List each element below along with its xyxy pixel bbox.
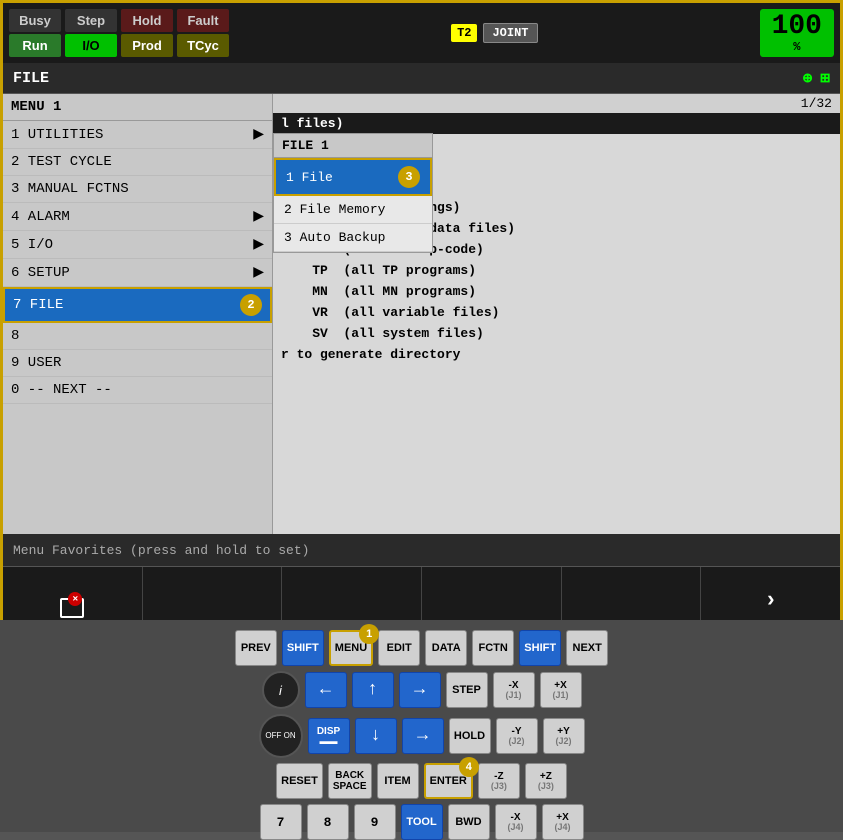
menu-header: MENU 1: [3, 94, 272, 121]
keyboard-row-2: i ← ↑ → STEP -X(J1) +X(J1): [32, 671, 812, 709]
prod-button[interactable]: Prod: [121, 34, 173, 57]
arrow-right-2-button[interactable]: →: [402, 718, 444, 754]
x-neg-j4-button[interactable]: -X(J4): [495, 804, 537, 840]
y-neg-j2-button[interactable]: -Y(J2): [496, 718, 538, 754]
file-bar-title: FILE: [13, 70, 49, 87]
edit-button[interactable]: EDIT: [378, 630, 420, 666]
keyboard-area: PREV SHIFT MENU 1 EDIT DATA FCTN SHIFT N…: [0, 620, 843, 832]
file-bar-icons: ⊕ ⊞: [803, 68, 830, 88]
file-bar: FILE ⊕ ⊞: [3, 63, 840, 94]
menu-button[interactable]: MENU 1: [329, 630, 373, 666]
submenu: FILE 1 1 File 3 2 File Memory 3 Auto Bac…: [273, 133, 433, 253]
info-button[interactable]: i: [262, 671, 300, 709]
num-7-button[interactable]: 7: [260, 804, 302, 840]
favorites-bar: Menu Favorites (press and hold to set): [3, 534, 840, 566]
bwd-button[interactable]: BWD: [448, 804, 490, 840]
io-button[interactable]: I/O: [65, 34, 117, 57]
left-menu: MENU 1 1 UTILITIES ▶ 2 TEST CYCLE 3 MANU…: [3, 94, 273, 534]
submenu-item-file-memory[interactable]: 2 File Memory: [274, 196, 432, 224]
file-list-item-7[interactable]: TP (all TP programs): [273, 260, 840, 281]
joint-badge: JOINT: [483, 23, 537, 43]
menu-item-setup[interactable]: 6 SETUP ▶: [3, 259, 272, 287]
num-9-button[interactable]: 9: [354, 804, 396, 840]
enter-button[interactable]: ENTER 4: [424, 763, 473, 799]
menu-item-io[interactable]: 5 I/O ▶: [3, 231, 272, 259]
step-button[interactable]: Step: [65, 9, 117, 32]
z-neg-j3-button[interactable]: -Z(J3): [478, 763, 520, 799]
hold-button-kb[interactable]: HOLD: [449, 718, 491, 754]
menu-item-test-cycle[interactable]: 2 TEST CYCLE: [3, 149, 272, 176]
next-button[interactable]: NEXT: [566, 630, 608, 666]
arrow-right-button[interactable]: →: [399, 672, 441, 708]
file-list-header: 1/32: [273, 94, 840, 113]
step-badge-4: 4: [459, 757, 479, 777]
menu-item-file[interactable]: 7 FILE 2: [3, 287, 272, 323]
file-list-item-10[interactable]: SV (all system files): [273, 323, 840, 344]
t2-badge: T2: [451, 24, 477, 42]
step-badge-3: 3: [398, 166, 420, 188]
num-8-button[interactable]: 8: [307, 804, 349, 840]
keyboard-row-5: 7 8 9 TOOL BWD -X(J4) +X(J4): [32, 804, 812, 840]
zoom-icon[interactable]: ⊕: [803, 68, 813, 88]
backspace-button[interactable]: BACKSPACE: [328, 763, 372, 799]
shift-left-button[interactable]: SHIFT: [282, 630, 324, 666]
arrow-down-button[interactable]: ↓: [355, 718, 397, 754]
step-badge-2: 2: [240, 294, 262, 316]
percent-display: 100 %: [760, 9, 834, 57]
menu-item-8[interactable]: 8: [3, 323, 272, 350]
data-button[interactable]: DATA: [425, 630, 467, 666]
file-list-item-8[interactable]: MN (all MN programs): [273, 281, 840, 302]
status-bar: Busy Step Hold Fault Run I/O Prod TCyc T…: [3, 3, 840, 63]
shift-right-button[interactable]: SHIFT: [519, 630, 561, 666]
item-button[interactable]: ITEM: [377, 763, 419, 799]
busy-button[interactable]: Busy: [9, 9, 61, 32]
grid-icon[interactable]: ⊞: [820, 68, 830, 88]
menu-item-manual-fctns[interactable]: 3 MANUAL FCTNS: [3, 176, 272, 203]
submenu-item-file[interactable]: 1 File 3: [274, 158, 432, 196]
keyboard-row-1: PREV SHIFT MENU 1 EDIT DATA FCTN SHIFT N…: [32, 630, 812, 666]
close-icon: ✕: [68, 592, 82, 606]
tcyc-button[interactable]: TCyc: [177, 34, 229, 57]
x-neg-j1-button[interactable]: -X(J1): [493, 672, 535, 708]
arrow-left-button[interactable]: ←: [305, 672, 347, 708]
submenu-header: FILE 1: [274, 134, 432, 158]
menu-item-next[interactable]: 0 -- NEXT --: [3, 377, 272, 404]
menu-item-utilities[interactable]: 1 UTILITIES ▶: [3, 121, 272, 149]
page-info: 1/32: [801, 96, 832, 111]
keyboard-row-4: RESET BACKSPACE ITEM ENTER 4 -Z(J3) +Z(J…: [32, 763, 812, 799]
fctn-button[interactable]: FCTN: [472, 630, 514, 666]
submenu-item-auto-backup[interactable]: 3 Auto Backup: [274, 224, 432, 252]
run-button[interactable]: Run: [9, 34, 61, 57]
power-button[interactable]: OFF ON: [259, 714, 303, 758]
x-pos-j1-button[interactable]: +X(J1): [540, 672, 582, 708]
prev-button[interactable]: PREV: [235, 630, 277, 666]
next-arrow-icon: ›: [764, 588, 777, 613]
status-buttons-top-row: Busy Step Hold Fault Run I/O Prod TCyc: [9, 9, 229, 57]
tool-button[interactable]: TOOL: [401, 804, 443, 840]
hold-button[interactable]: Hold: [121, 9, 173, 32]
y-pos-j2-button[interactable]: +Y(J2): [543, 718, 585, 754]
arrow-up-button[interactable]: ↑: [352, 672, 394, 708]
reset-button[interactable]: RESET: [276, 763, 323, 799]
fault-button[interactable]: Fault: [177, 9, 229, 32]
x-pos-j4-button[interactable]: +X(J4): [542, 804, 584, 840]
step-badge-1: 1: [359, 624, 379, 644]
disp-button[interactable]: DISP▬▬: [308, 718, 350, 754]
menu-item-user[interactable]: 9 USER: [3, 350, 272, 377]
z-pos-j3-button[interactable]: +Z(J3): [525, 763, 567, 799]
file-list-item-9[interactable]: VR (all variable files): [273, 302, 840, 323]
step-button-kb[interactable]: STEP: [446, 672, 488, 708]
menu-item-alarm[interactable]: 4 ALARM ▶: [3, 203, 272, 231]
favorites-text: Menu Favorites (press and hold to set): [13, 543, 309, 558]
file-list-item-0[interactable]: l files): [273, 113, 840, 134]
keyboard-row-3: OFF ON DISP▬▬ ↓ → HOLD -Y(J2) +Y(J2): [32, 714, 812, 758]
file-list-item-11[interactable]: r to generate directory: [273, 344, 840, 365]
